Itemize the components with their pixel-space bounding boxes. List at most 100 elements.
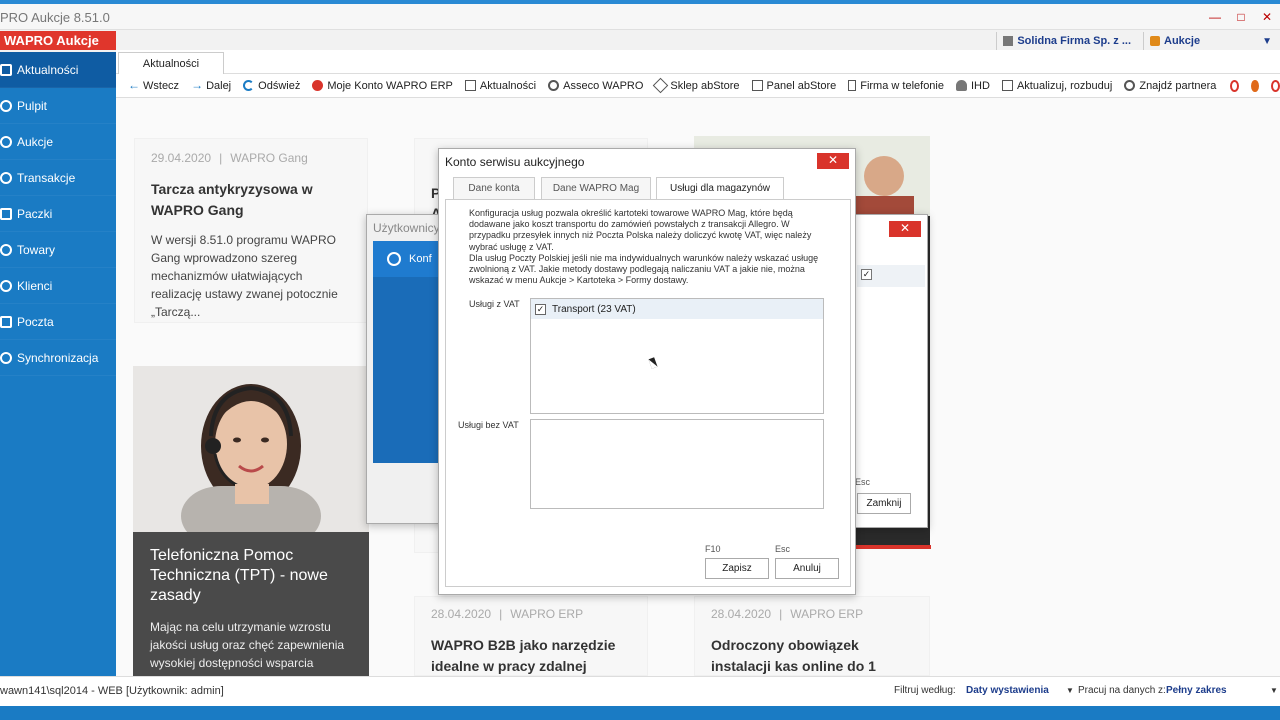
maximize-icon[interactable]: □ bbox=[1228, 4, 1254, 30]
title-bar: PRO Aukcje 8.51.0 — □ ✕ bbox=[0, 4, 1280, 30]
news-title: WAPRO B2B jako narzędzie idealne w pracy… bbox=[431, 637, 616, 674]
toolbar: ← Wstecz → Dalej Odśwież Moje Konto WAPRO … bbox=[116, 74, 1280, 98]
novat-label: Usługi bez VAT bbox=[458, 420, 519, 430]
user-icon bbox=[956, 80, 967, 91]
vat-services-list[interactable]: ✓ Transport (23 VAT) bbox=[530, 298, 824, 414]
asseco-icon bbox=[548, 80, 560, 91]
tab-uslugi-dla-magazynow[interactable]: Usługi dla magazynów bbox=[656, 177, 784, 200]
cancel-button[interactable]: Anuluj bbox=[775, 558, 839, 579]
update-icon bbox=[1001, 80, 1013, 91]
taskbar-strip bbox=[0, 706, 1280, 720]
sidebar-item-aktualnosci[interactable]: Aktualności bbox=[0, 52, 116, 88]
back-button[interactable]: ← Wstecz bbox=[122, 79, 185, 92]
news-body: W wersji 8.51.0 programu WAPRO Gang wpro… bbox=[151, 233, 338, 319]
secondary-dialog: ✕ ✓ Esc Zamknij bbox=[852, 214, 931, 549]
sidebar-item-pulpit[interactable]: Pulpit bbox=[0, 88, 116, 124]
close-button[interactable]: Zamknij bbox=[857, 493, 911, 514]
checkbox-icon[interactable]: ✓ bbox=[535, 303, 546, 315]
minimize-icon[interactable]: — bbox=[1202, 4, 1228, 30]
vat-label: Usługi z VAT bbox=[469, 299, 520, 309]
users-dialog-row[interactable]: Konf bbox=[373, 241, 447, 277]
find-partner-button[interactable]: Znajdź partnera bbox=[1118, 80, 1222, 92]
sidebar-item-paczki[interactable]: Paczki bbox=[0, 196, 116, 232]
phone-button[interactable]: Firma w telefonie bbox=[842, 80, 950, 92]
chevron-down-icon[interactable]: ▼ bbox=[1270, 686, 1278, 695]
company-button[interactable]: Solidna Firma Sp. z ... bbox=[996, 32, 1137, 50]
package-icon bbox=[0, 207, 12, 220]
chevron-down-icon[interactable]: ▼ bbox=[1066, 686, 1074, 695]
secondary-row[interactable]: ✓ bbox=[857, 265, 925, 287]
news-category: WAPRO ERP bbox=[510, 607, 584, 621]
refresh-label: Odśwież bbox=[258, 79, 301, 92]
vat-service-row[interactable]: ✓ Transport (23 VAT) bbox=[531, 299, 823, 319]
search-icon[interactable] bbox=[1270, 79, 1280, 92]
news-photo-helpdesk bbox=[133, 366, 369, 532]
sidebar-item-klienci[interactable]: Klienci bbox=[0, 268, 116, 304]
news-card-4[interactable]: 28.04.2020 | WAPRO ERP Odroczony obowiązek… bbox=[694, 596, 930, 695]
news-category: WAPRO ERP bbox=[790, 607, 864, 621]
status-bar: wawn141\sql2014 - WEB [Użytkownik: admin… bbox=[0, 676, 1280, 706]
tab-aktualnosci[interactable]: Aktualności bbox=[118, 52, 224, 75]
account-icon bbox=[312, 80, 324, 91]
chevron-down-icon[interactable]: ▼ bbox=[1262, 36, 1272, 47]
news-card-meta: 28.04.2020 | WAPRO ERP bbox=[431, 607, 584, 621]
sidebar-item-poczta[interactable]: Poczta bbox=[0, 304, 116, 340]
lock-icon bbox=[1150, 36, 1161, 46]
helpdesk-woman-image bbox=[181, 384, 321, 532]
users-dialog-panel: Konf bbox=[373, 241, 447, 463]
store-button[interactable]: Sklep abStore bbox=[649, 77, 745, 94]
mail-icon bbox=[0, 315, 12, 328]
sidebar-item-aukcje[interactable]: Aukcje bbox=[0, 124, 116, 160]
panel-button[interactable]: Panel abStore bbox=[746, 80, 843, 92]
building-icon bbox=[1003, 36, 1014, 46]
close-icon[interactable]: ✕ bbox=[1254, 4, 1280, 30]
refresh-button[interactable]: Odśwież bbox=[237, 80, 306, 92]
sidebar-item-synchronizacja[interactable]: Synchronizacja bbox=[0, 340, 116, 376]
find-icon bbox=[1124, 80, 1136, 91]
cancel-key-hint: Esc bbox=[775, 544, 791, 554]
allegro-icon[interactable] bbox=[1251, 79, 1259, 92]
sidebar-item-label: Poczta bbox=[17, 314, 54, 329]
range-dropdown[interactable]: Pełny zakres bbox=[1166, 685, 1227, 696]
sidebar-item-label: Aktualności bbox=[17, 62, 79, 77]
find-label: Znajdź partnera bbox=[1139, 79, 1217, 92]
refresh-icon bbox=[243, 80, 255, 91]
filter-dropdown[interactable]: Daty wystawienia bbox=[966, 685, 1049, 696]
zoom-icon[interactable] bbox=[1230, 79, 1240, 92]
tab-dane-konta[interactable]: Dane konta bbox=[453, 177, 535, 199]
dialog-description: Konfiguracja usług pozwala określić kart… bbox=[469, 208, 819, 286]
secondary-close-icon[interactable]: ✕ bbox=[889, 221, 921, 237]
update-button[interactable]: Aktualizuj, rozbuduj bbox=[996, 80, 1118, 92]
range-label: Pracuj na danych z: bbox=[1078, 685, 1166, 696]
save-button[interactable]: Zapisz bbox=[705, 558, 769, 579]
users-dialog: Użytkownicy Konf bbox=[366, 214, 447, 524]
dashboard-icon bbox=[0, 99, 12, 112]
sidebar-item-transakcje[interactable]: Transakcje bbox=[0, 160, 116, 196]
news-button[interactable]: Aktualności bbox=[459, 80, 542, 92]
module-button[interactable]: Aukcje bbox=[1143, 32, 1206, 50]
checkbox-icon[interactable]: ✓ bbox=[861, 269, 872, 280]
account-button[interactable]: Moje Konto WAPRO ERP bbox=[306, 80, 459, 92]
dialog-close-icon[interactable]: ✕ bbox=[817, 153, 849, 169]
forward-button[interactable]: → Dalej bbox=[185, 79, 237, 92]
app-brand: WAPRO Aukcje bbox=[0, 31, 116, 50]
save-key-hint: F10 bbox=[705, 544, 721, 554]
tab-dane-wapro-mag[interactable]: Dane WAPRO Mag bbox=[541, 177, 651, 199]
sidebar: Aktualności Pulpit Aukcje Transakcje Pac… bbox=[0, 52, 116, 676]
ihd-button[interactable]: IHD bbox=[950, 80, 996, 92]
connection-info: wawn141\sql2014 - WEB [Użytkownik: admin… bbox=[0, 685, 224, 697]
news-card-3[interactable]: 28.04.2020 | WAPRO ERP WAPRO B2B jako narz… bbox=[414, 596, 648, 676]
news-body: Mając na celu utrzymanie wzrostu jakości… bbox=[150, 620, 345, 670]
dialog-panel: Konfiguracja usług pozwala określić kart… bbox=[445, 199, 851, 587]
sidebar-item-label: Transakcje bbox=[17, 170, 76, 185]
sync-icon bbox=[0, 351, 12, 364]
news-card-1[interactable]: 29.04.2020 | WAPRO Gang Tarcza antykryzyso… bbox=[134, 138, 368, 323]
asseco-button[interactable]: Asseco WAPRO bbox=[542, 80, 649, 92]
store-label: Sklep abStore bbox=[670, 79, 740, 92]
news-card-2[interactable]: Telefoniczna Pomoc Techniczna (TPT) - no… bbox=[133, 532, 369, 676]
novat-services-list[interactable] bbox=[530, 419, 824, 509]
asseco-label: Asseco WAPRO bbox=[563, 79, 644, 92]
sidebar-item-towary[interactable]: Towary bbox=[0, 232, 116, 268]
account-dialog: Konto serwisu aukcyjnego ✕ Dane konta Da… bbox=[438, 148, 856, 595]
transaction-icon bbox=[0, 171, 12, 184]
